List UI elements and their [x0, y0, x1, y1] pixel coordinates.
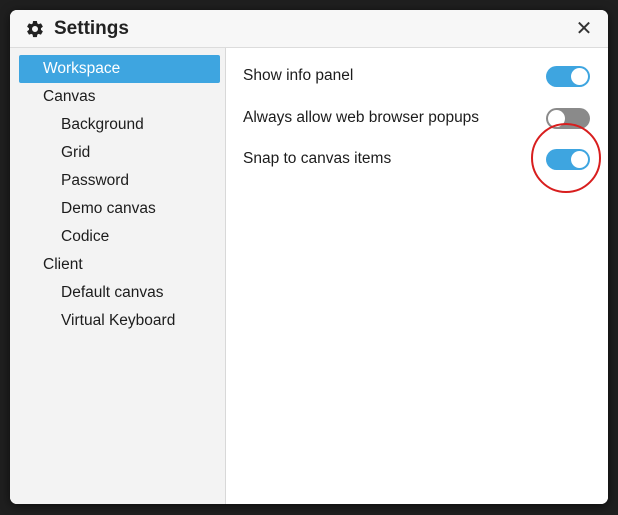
setting-row-snap-to-canvas: Snap to canvas items [226, 145, 608, 173]
sidebar-item-password[interactable]: Password [19, 167, 220, 195]
dialog-titlebar: Settings ✕ [10, 10, 608, 48]
snap-to-canvas-toggle[interactable] [546, 149, 590, 170]
toggle-knob [548, 110, 565, 127]
sidebar-item-canvas[interactable]: Canvas [19, 83, 220, 111]
sidebar-item-grid[interactable]: Grid [19, 139, 220, 167]
dialog-title: Settings [54, 18, 129, 39]
show-info-panel-toggle[interactable] [546, 66, 590, 87]
close-icon: ✕ [575, 18, 593, 40]
sidebar-item-demo-canvas[interactable]: Demo canvas [19, 195, 220, 223]
setting-row-show-info-panel: Show info panel [226, 62, 608, 90]
sidebar-item-codice[interactable]: Codice [19, 223, 220, 251]
settings-content: Show info panel Always allow web browser… [226, 48, 608, 504]
close-button[interactable]: ✕ [574, 19, 594, 39]
allow-popups-toggle[interactable] [546, 108, 590, 129]
sidebar-item-background[interactable]: Background [19, 111, 220, 139]
sidebar-item-default-canvas[interactable]: Default canvas [19, 279, 220, 307]
toggle-knob [571, 151, 588, 168]
setting-row-allow-popups: Always allow web browser popups [226, 104, 608, 132]
sidebar-item-client[interactable]: Client [19, 251, 220, 279]
setting-label: Always allow web browser popups [243, 109, 480, 126]
setting-label: Show info panel [243, 67, 354, 84]
sidebar-item-virtual-keyboard[interactable]: Virtual Keyboard [19, 307, 220, 335]
gear-icon [25, 19, 45, 39]
settings-dialog: Settings ✕ Workspace Canvas Background G… [10, 10, 608, 504]
toggle-knob [571, 68, 588, 85]
settings-sidebar: Workspace Canvas Background Grid Passwor… [10, 48, 226, 504]
sidebar-item-workspace[interactable]: Workspace [19, 55, 220, 83]
setting-label: Snap to canvas items [243, 150, 392, 167]
